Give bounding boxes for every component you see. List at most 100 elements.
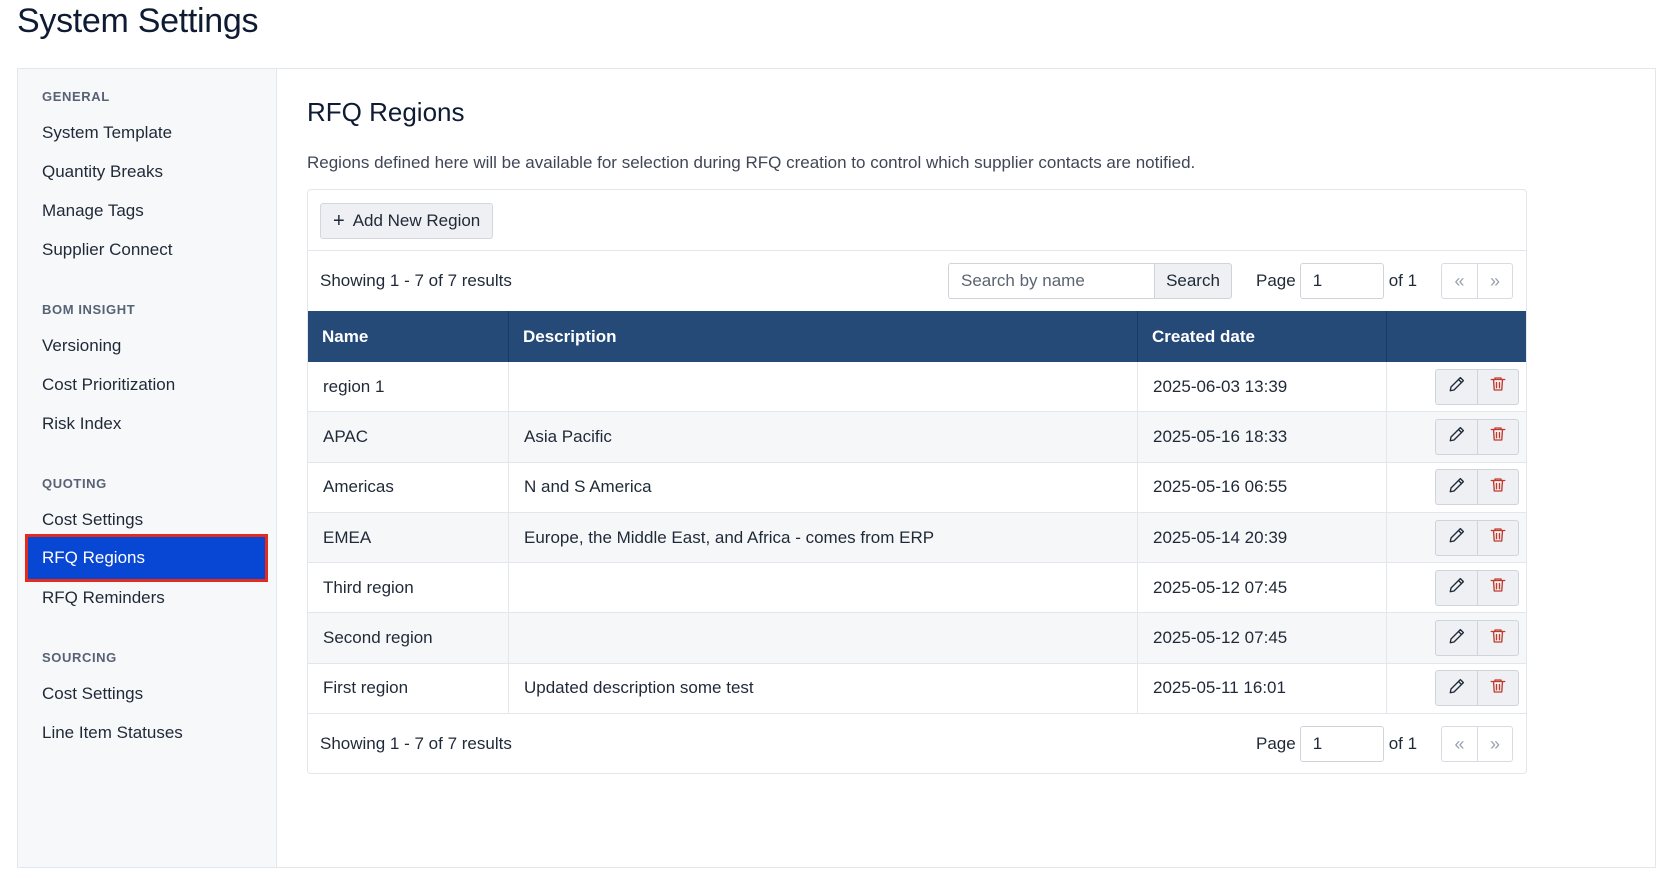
cell-actions xyxy=(1387,664,1526,713)
main-content: RFQ Regions Regions defined here will be… xyxy=(278,69,1655,867)
trash-icon xyxy=(1489,526,1507,549)
trash-icon xyxy=(1489,476,1507,499)
sidebar-item-supplier-connect[interactable]: Supplier Connect xyxy=(28,230,265,270)
results-count-bottom: Showing 1 - 7 of 7 results xyxy=(320,734,512,753)
delete-button[interactable] xyxy=(1477,569,1519,606)
row-action-group xyxy=(1435,569,1519,606)
pencil-icon xyxy=(1448,576,1466,599)
sidebar-item-rfq-regions[interactable]: RFQ Regions xyxy=(25,534,268,582)
sidebar-section-sourcing: SOURCING xyxy=(42,650,117,665)
cell-created-date: 2025-06-03 13:39 xyxy=(1138,362,1387,412)
page-total-label: of 1 xyxy=(1388,271,1418,290)
table-row: Americas N and S America 2025-05-16 06:55 xyxy=(308,462,1526,513)
sidebar-section-bom-insight: BOM INSIGHT xyxy=(42,302,136,317)
edit-button[interactable] xyxy=(1435,418,1477,455)
cell-description: Updated description some test xyxy=(509,663,1138,714)
cell-created-date: 2025-05-12 07:45 xyxy=(1138,613,1387,663)
search-input[interactable] xyxy=(948,263,1154,299)
cell-name: First region xyxy=(308,663,509,714)
delete-button[interactable] xyxy=(1477,519,1519,556)
row-action-group xyxy=(1435,519,1519,556)
last-page-button[interactable]: » xyxy=(1477,263,1513,299)
add-new-region-label: Add New Region xyxy=(352,211,481,230)
search-button[interactable]: Search xyxy=(1154,263,1232,299)
delete-button[interactable] xyxy=(1477,418,1519,455)
row-action-group xyxy=(1435,368,1519,405)
delete-button[interactable] xyxy=(1477,620,1519,657)
cell-description: Asia Pacific xyxy=(509,412,1138,462)
cell-name: APAC xyxy=(308,412,509,462)
cell-created-date: 2025-05-12 07:45 xyxy=(1138,563,1387,613)
cell-description: Europe, the Middle East, and Africa - co… xyxy=(509,512,1138,563)
regions-panel: + Add New Region Showing 1 - 7 of 7 resu… xyxy=(307,189,1527,774)
column-header-actions xyxy=(1387,311,1526,362)
pencil-icon xyxy=(1448,677,1466,700)
cell-description: N and S America xyxy=(509,462,1138,512)
page-label: Page xyxy=(1256,734,1296,753)
delete-button[interactable] xyxy=(1477,368,1519,405)
cell-actions xyxy=(1387,412,1526,461)
pencil-icon xyxy=(1448,425,1466,448)
table-row: region 1 2025-06-03 13:39 xyxy=(308,362,1526,413)
regions-table: Name Description Created date region 1 20… xyxy=(308,311,1526,715)
trash-icon xyxy=(1489,375,1507,398)
row-action-group xyxy=(1435,418,1519,455)
page-number-input[interactable] xyxy=(1299,263,1384,299)
first-page-button[interactable]: « xyxy=(1441,263,1477,299)
edit-button[interactable] xyxy=(1435,670,1477,707)
trash-icon xyxy=(1489,576,1507,599)
sidebar-item-quantity-breaks[interactable]: Quantity Breaks xyxy=(28,152,265,192)
cell-name: Third region xyxy=(308,563,509,613)
plus-icon: + xyxy=(333,210,345,232)
page-total-label: of 1 xyxy=(1388,734,1418,753)
edit-button[interactable] xyxy=(1435,368,1477,405)
pencil-icon xyxy=(1448,526,1466,549)
cell-created-date: 2025-05-14 20:39 xyxy=(1138,512,1387,563)
table-row: First region Updated description some tes… xyxy=(308,663,1526,715)
row-action-group xyxy=(1435,469,1519,506)
delete-button[interactable] xyxy=(1477,469,1519,506)
trash-icon xyxy=(1489,677,1507,700)
sidebar-item-system-template[interactable]: System Template xyxy=(28,113,265,153)
page-label: Page xyxy=(1256,271,1296,290)
settings-shell: GENERAL System Template Quantity Breaks … xyxy=(17,68,1656,868)
pager-nav-top: « » xyxy=(1441,263,1513,299)
sidebar-section-general: GENERAL xyxy=(42,89,110,104)
first-page-button[interactable]: « xyxy=(1441,726,1477,762)
cell-actions xyxy=(1387,613,1526,662)
sidebar-item-versioning[interactable]: Versioning xyxy=(28,326,265,366)
sidebar-item-risk-index[interactable]: Risk Index xyxy=(28,404,265,444)
sidebar-item-cost-settings-quoting[interactable]: Cost Settings xyxy=(28,500,265,540)
table-row: APAC Asia Pacific 2025-05-16 18:33 xyxy=(308,412,1526,463)
cell-description xyxy=(509,362,1138,412)
row-action-group xyxy=(1435,620,1519,657)
row-action-group xyxy=(1435,670,1519,707)
last-page-button[interactable]: » xyxy=(1477,726,1513,762)
section-description: Regions defined here will be available f… xyxy=(307,153,1196,172)
cell-actions xyxy=(1387,563,1526,612)
column-header-name[interactable]: Name xyxy=(308,311,509,362)
cell-created-date: 2025-05-16 06:55 xyxy=(1138,462,1387,512)
cell-actions xyxy=(1387,463,1526,512)
add-new-region-button[interactable]: + Add New Region xyxy=(320,203,494,239)
table-header: Name Description Created date xyxy=(308,311,1526,362)
edit-button[interactable] xyxy=(1435,569,1477,606)
cell-name: region 1 xyxy=(308,362,509,412)
table-body: region 1 2025-06-03 13:39 APAC Asia Pacific… xyxy=(308,362,1526,715)
sidebar-item-cost-prioritization[interactable]: Cost Prioritization xyxy=(28,365,265,405)
delete-button[interactable] xyxy=(1477,670,1519,707)
edit-button[interactable] xyxy=(1435,620,1477,657)
sidebar-item-rfq-reminders[interactable]: RFQ Reminders xyxy=(28,578,265,618)
cell-actions xyxy=(1387,513,1526,562)
sidebar-item-line-item-statuses[interactable]: Line Item Statuses xyxy=(28,713,265,753)
edit-button[interactable] xyxy=(1435,519,1477,556)
cell-name: Americas xyxy=(308,462,509,512)
table-row: EMEA Europe, the Middle East, and Africa … xyxy=(308,512,1526,564)
sidebar-item-cost-settings-sourcing[interactable]: Cost Settings xyxy=(28,674,265,714)
cell-created-date: 2025-05-11 16:01 xyxy=(1138,663,1387,714)
column-header-created-date[interactable]: Created date xyxy=(1138,311,1387,362)
page-number-input[interactable] xyxy=(1299,726,1384,762)
edit-button[interactable] xyxy=(1435,469,1477,506)
column-header-description[interactable]: Description xyxy=(509,311,1138,362)
sidebar-item-manage-tags[interactable]: Manage Tags xyxy=(28,191,265,231)
